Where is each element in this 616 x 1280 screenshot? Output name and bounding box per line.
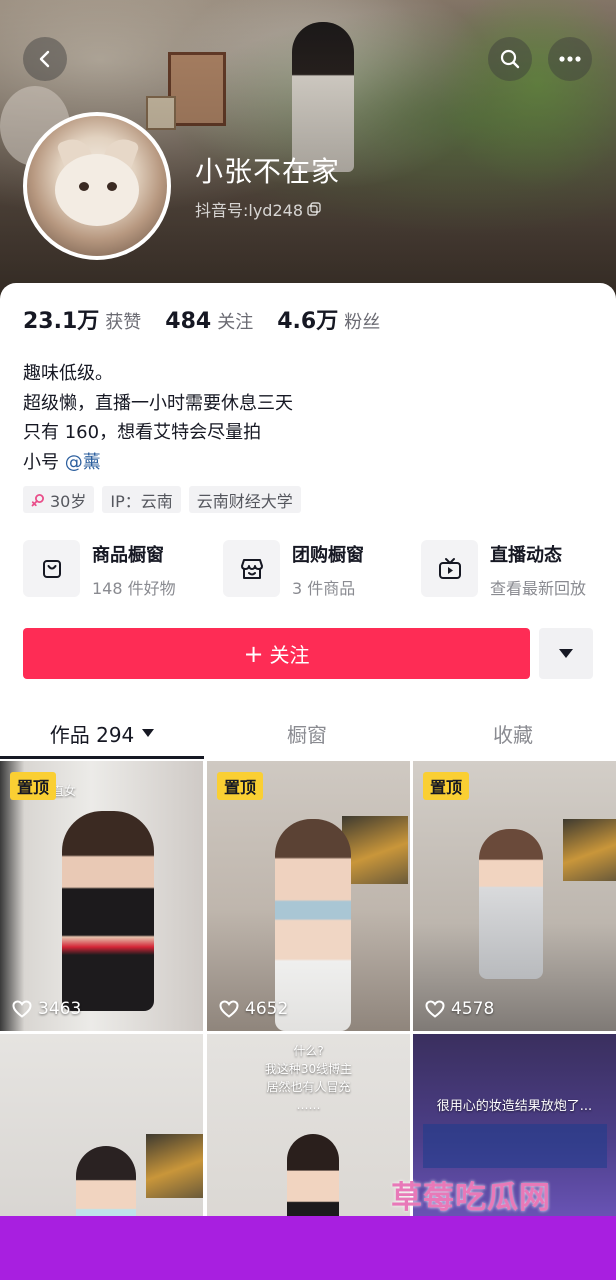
video-likes: 4652 xyxy=(219,999,288,1019)
feature-icon-box xyxy=(23,540,80,597)
content-tabs: 作品 294 橱窗 收藏 xyxy=(0,708,616,759)
feature-title: 团购橱窗 xyxy=(292,545,364,566)
avatar-cat-face xyxy=(55,154,139,226)
chevron-left-icon xyxy=(39,50,50,68)
more-dots-icon xyxy=(559,56,581,62)
ip-tag: IP：云南 xyxy=(102,486,181,513)
stat-followers[interactable]: 4.6万 粉丝 xyxy=(277,303,380,335)
stat-label: 关注 xyxy=(217,312,254,333)
stat-following[interactable]: 484 关注 xyxy=(165,308,253,334)
bio-line: 小号 @薰 xyxy=(23,448,293,478)
female-icon xyxy=(31,493,44,506)
feature-shop-window[interactable]: 商品橱窗 148 件好物 xyxy=(23,540,176,600)
video-figure xyxy=(62,811,154,1011)
tab-indicator xyxy=(0,756,204,759)
stat-value: 484 xyxy=(165,309,212,334)
bio: 趣味低级。 超级懒，直播一小时需要休息三天 只有 160，想看艾特会尽量拍 小号… xyxy=(23,359,293,477)
school-tag[interactable]: 云南财经大学 xyxy=(188,486,301,513)
caption-line: 居然也有人冒充 xyxy=(266,1080,351,1094)
follow-button[interactable]: + 关注 xyxy=(23,628,530,679)
tv-icon xyxy=(438,557,461,579)
feature-title: 商品橱窗 xyxy=(92,545,164,566)
stat-value: 4.6万 xyxy=(277,309,339,334)
recommend-dropdown-button[interactable] xyxy=(539,628,593,679)
video-figure xyxy=(146,1134,203,1198)
heart-icon xyxy=(219,1000,239,1018)
follow-label: 关注 xyxy=(269,643,310,667)
video-caption: 什么? 我这种30线博主 居然也有人冒充 …… xyxy=(207,1042,410,1114)
plus-icon: + xyxy=(243,639,264,668)
bio-text: 小号 xyxy=(23,451,65,473)
feature-icon-box xyxy=(421,540,478,597)
video-figure xyxy=(342,816,408,884)
douyin-id-text: 抖音号:lyd248 xyxy=(195,201,304,220)
likes-count: 4578 xyxy=(451,999,495,1019)
likes-count: 3463 xyxy=(38,999,82,1019)
more-button[interactable] xyxy=(548,37,592,81)
search-icon xyxy=(500,49,520,69)
caption-line: 什么? xyxy=(293,1044,324,1058)
tags-row: 30岁 IP：云南 云南财经大学 xyxy=(23,486,301,513)
feature-live-updates[interactable]: 直播动态 查看最新回放 xyxy=(421,540,586,600)
avatar-cat-eye xyxy=(79,182,89,191)
heart-icon xyxy=(12,1000,32,1018)
stats-row: 23.1万 获赞 484 关注 4.6万 粉丝 xyxy=(23,303,380,335)
profile-card: 23.1万 获赞 484 关注 4.6万 粉丝 趣味低级。 超级懒，直播一小时需… xyxy=(0,283,616,1280)
caption-line: …… xyxy=(296,1098,321,1112)
heart-icon xyxy=(425,1000,445,1018)
video-tile[interactable]: 置顶 4652 xyxy=(207,761,410,1031)
tab-showcase[interactable]: 橱窗 xyxy=(204,708,410,758)
stat-label: 获赞 xyxy=(105,312,142,333)
video-figure xyxy=(563,819,616,881)
pinned-badge: 置顶 xyxy=(217,772,264,800)
tab-favorites[interactable]: 收藏 xyxy=(410,708,616,758)
video-caption: 很用心的妆造结果放炮了... xyxy=(436,1099,593,1114)
feature-group-buy[interactable]: 团购橱窗 3 件商品 xyxy=(223,540,364,600)
pinned-badge: 置顶 xyxy=(10,772,57,800)
feature-title: 直播动态 xyxy=(490,545,562,566)
video-likes: 3463 xyxy=(12,999,81,1019)
feature-subtitle: 148 件好物 xyxy=(92,579,176,598)
douyin-id[interactable]: 抖音号:lyd248 xyxy=(195,197,321,221)
video-figure xyxy=(479,829,543,979)
caret-down-icon xyxy=(142,729,155,737)
feature-icon-box xyxy=(223,540,280,597)
stat-label: 粉丝 xyxy=(344,312,381,333)
stat-value: 23.1万 xyxy=(23,309,100,334)
avatar-cat-eye xyxy=(107,182,117,191)
video-figure xyxy=(423,1124,607,1168)
video-likes: 4578 xyxy=(425,999,494,1019)
back-button[interactable] xyxy=(23,37,67,81)
store-icon xyxy=(240,558,263,579)
search-button[interactable] xyxy=(488,37,532,81)
video-tile[interactable]: 女直女 置顶 3463 xyxy=(0,761,203,1031)
nickname: 小张不在家 xyxy=(195,155,341,188)
caret-down-icon xyxy=(559,649,573,658)
feature-row: 商品橱窗 148 件好物 团购橱窗 3 件商品 直播动态 查看最新回放 xyxy=(23,540,603,600)
bio-line: 超级懒，直播一小时需要休息三天 xyxy=(23,392,293,414)
age-tag: 30岁 xyxy=(23,486,95,513)
bag-icon xyxy=(42,559,61,578)
feature-subtitle: 3 件商品 xyxy=(292,579,356,598)
copy-icon[interactable] xyxy=(307,202,321,216)
bottom-banner xyxy=(0,1216,616,1280)
pinned-badge: 置顶 xyxy=(423,772,470,800)
avatar[interactable] xyxy=(23,112,171,260)
caption-line: 我这种30线博主 xyxy=(264,1062,353,1076)
stat-likes: 23.1万 获赞 xyxy=(23,303,141,335)
mention-link[interactable]: @薰 xyxy=(65,452,101,473)
feature-subtitle: 查看最新回放 xyxy=(490,579,587,598)
likes-count: 4652 xyxy=(245,999,289,1019)
bio-line: 只有 160，想看艾特会尽量拍 xyxy=(23,422,262,443)
tab-works[interactable]: 作品 294 xyxy=(0,708,204,758)
site-watermark: 草莓吃瓜网 xyxy=(391,1180,551,1216)
age-text: 30岁 xyxy=(50,491,87,511)
bio-line: 趣味低级。 xyxy=(23,363,113,384)
video-tile[interactable]: 置顶 4578 xyxy=(413,761,616,1031)
tab-label: 作品 294 xyxy=(49,722,135,747)
